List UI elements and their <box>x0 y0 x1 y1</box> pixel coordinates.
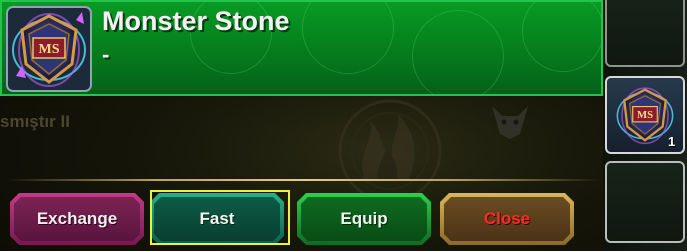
close-button[interactable]: Close <box>440 193 574 245</box>
monster-stone-icon: MS <box>6 6 92 92</box>
svg-text:MS: MS <box>637 109 653 121</box>
item-name: Monster Stone <box>102 6 290 36</box>
inventory-slot[interactable] <box>605 0 685 67</box>
close-button-label: Close <box>483 209 531 228</box>
exchange-button-label: Exchange <box>36 209 118 228</box>
svg-text:MS: MS <box>39 42 60 57</box>
selection-outline <box>150 190 290 245</box>
demon-head-icon <box>492 106 528 139</box>
item-count: 1 <box>668 134 676 149</box>
equip-button-label: Equip <box>340 209 388 228</box>
background-text: smıştır II <box>0 112 70 131</box>
flame-emblem-icon <box>338 99 442 203</box>
exchange-button[interactable]: Exchange <box>10 193 144 245</box>
inventory-slot[interactable] <box>605 161 685 243</box>
equip-button[interactable]: Equip <box>297 193 431 245</box>
divider <box>6 179 602 181</box>
game-scene: smıştır II Monster Stone - MS Exchange F… <box>0 0 687 251</box>
item-subtitle: - <box>102 42 110 67</box>
